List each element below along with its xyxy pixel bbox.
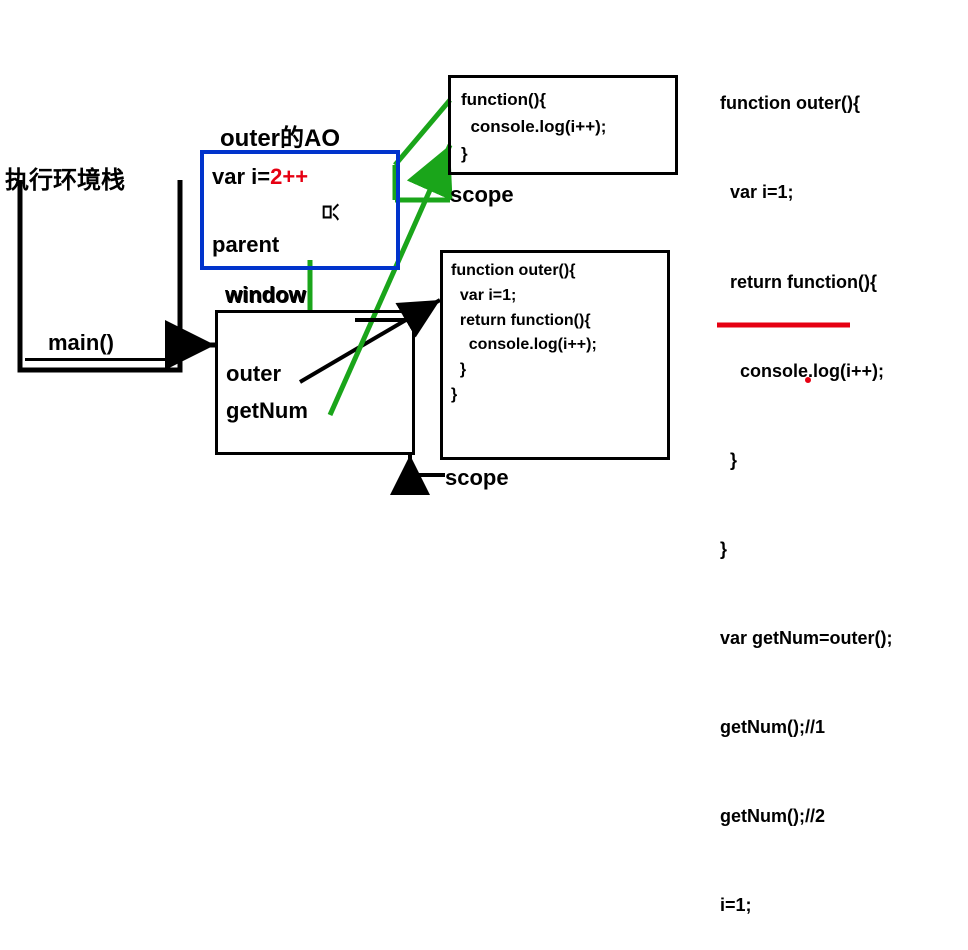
window-box: window outer getNum xyxy=(215,310,415,455)
outer-func-box: function outer(){ var i=1; return functi… xyxy=(440,250,670,460)
stack-main-label: main() xyxy=(48,330,114,356)
source-code-block: function outer(){ var i=1; return functi… xyxy=(720,30,893,950)
ao-var-value: 2++ xyxy=(270,164,308,189)
ao-var-label: var i=2++ xyxy=(212,164,308,190)
window-label-top: window xyxy=(225,282,306,308)
code-line-1: function outer(){ xyxy=(720,89,893,119)
ao-box: var i=2++ parent 只 xyxy=(200,150,400,270)
outer-ao-title: outer的AO xyxy=(220,118,340,153)
inner-func-box: function(){ console.log(i++); } xyxy=(448,75,678,175)
ao-parent-label: parent xyxy=(212,232,279,258)
inner-func-code: function(){ console.log(i++); } xyxy=(461,86,665,168)
code-line-8: getNum();//1 xyxy=(720,713,893,743)
scope-label-2: scope xyxy=(445,465,509,491)
code-line-7: var getNum=outer(); xyxy=(720,624,893,654)
code-line-4: console.log(i++); xyxy=(720,357,893,387)
getnum-label: getNum xyxy=(226,398,308,424)
outer-label: outer xyxy=(226,361,281,387)
code-line-9: getNum();//2 xyxy=(720,802,893,832)
code-line-10: i=1; xyxy=(720,891,893,921)
exec-stack-title: 执行环境栈 xyxy=(5,160,125,195)
code-line-5: } xyxy=(720,446,893,476)
code-line-2: var i=1; xyxy=(720,178,893,208)
code-line-3: return function(){ xyxy=(720,268,893,298)
outer-func-code: function outer(){ var i=1; return functi… xyxy=(451,259,659,408)
ao-marker: 只 xyxy=(317,203,343,221)
scope-label-1: scope xyxy=(450,182,514,208)
ao-var-text: var i= xyxy=(212,164,270,189)
stack-divider xyxy=(25,358,175,361)
code-line-6: } xyxy=(720,535,893,565)
